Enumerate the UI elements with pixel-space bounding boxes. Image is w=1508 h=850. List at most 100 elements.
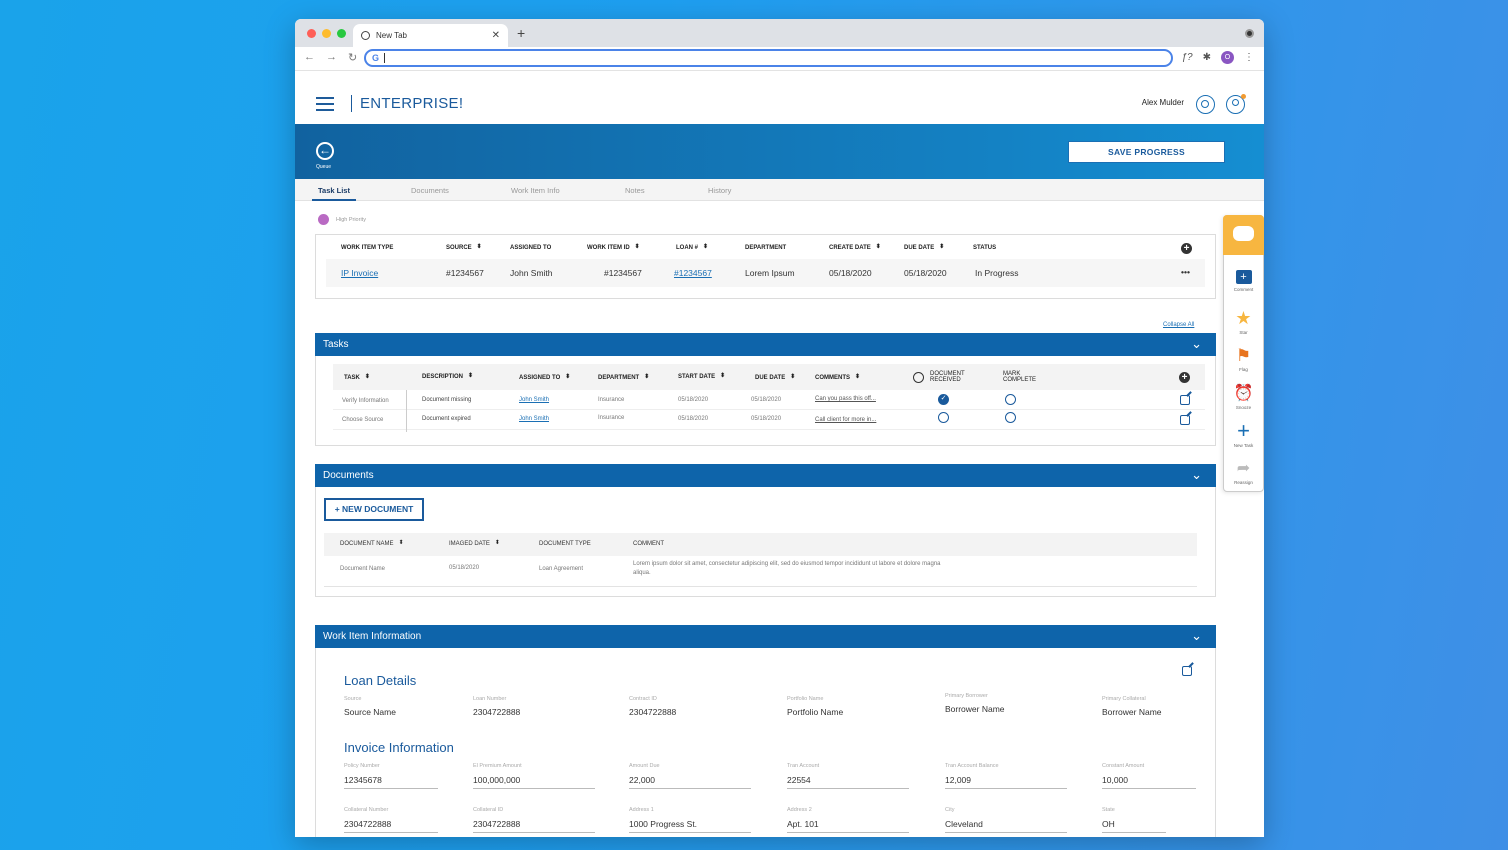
task-comment-link[interactable]: Can you pass this off... bbox=[815, 396, 876, 402]
rail-flag[interactable]: ⚑ Flag bbox=[1223, 347, 1264, 372]
document-received-checkbox[interactable] bbox=[938, 412, 949, 423]
col-work-item-id[interactable]: WORK ITEM ID ⬍ bbox=[587, 244, 640, 251]
city-input[interactable]: Cleveland bbox=[945, 819, 983, 829]
col-description[interactable]: DESCRIPTION ⬍ bbox=[422, 373, 473, 380]
field-value: 2304722888 bbox=[473, 707, 521, 717]
minimize-window-button[interactable] bbox=[322, 29, 331, 38]
hamburger-menu-icon[interactable] bbox=[316, 97, 334, 115]
omnibox-input[interactable]: G bbox=[364, 49, 1173, 67]
col-start-date[interactable]: START DATE ⬍ bbox=[678, 373, 725, 380]
table-row: Verify Information Document missing John… bbox=[333, 391, 1205, 410]
field-value: Source Name bbox=[344, 707, 396, 717]
col-document-name[interactable]: DOCUMENT NAME ⬍ bbox=[340, 540, 404, 547]
rail-comment[interactable]: + Comment bbox=[1223, 270, 1264, 292]
chevron-down-icon[interactable]: ⌄ bbox=[1191, 467, 1202, 483]
user-account-icon[interactable] bbox=[1226, 94, 1246, 114]
imaged-date: 05/18/2020 bbox=[449, 565, 480, 571]
rail-new-task[interactable]: + New Task bbox=[1223, 420, 1264, 449]
state-input[interactable]: OH bbox=[1102, 819, 1115, 829]
policy-number-input[interactable]: 12345678 bbox=[344, 775, 382, 785]
task-assigned-link[interactable]: John Smith bbox=[519, 416, 549, 422]
close-window-button[interactable] bbox=[307, 29, 316, 38]
collapse-all-link[interactable]: Collapse All bbox=[1163, 322, 1194, 328]
browser-tab[interactable]: New Tab ✕ bbox=[353, 24, 508, 47]
constant-amount-input[interactable]: 10,000 bbox=[1102, 775, 1128, 785]
chevron-down-icon[interactable]: ⌄ bbox=[1191, 336, 1202, 352]
task-comment-link[interactable]: Call client for more in... bbox=[815, 417, 876, 423]
new-tab-button[interactable]: + bbox=[517, 25, 525, 41]
back-icon[interactable]: ← bbox=[304, 51, 315, 64]
reload-icon[interactable]: ↻ bbox=[348, 51, 357, 64]
collateral-id-input[interactable]: 2304722888 bbox=[473, 819, 520, 829]
task-description: Document missing bbox=[422, 397, 472, 403]
close-tab-icon[interactable]: ✕ bbox=[492, 30, 500, 41]
col-assigned-to[interactable]: ASSIGNED TO ⬍ bbox=[519, 374, 570, 381]
tasks-section-header[interactable]: Tasks ⌄ bbox=[315, 333, 1216, 356]
address2-input[interactable]: Apt. 101 bbox=[787, 819, 819, 829]
edit-icon[interactable] bbox=[1180, 415, 1190, 425]
col-department[interactable]: DEPARTMENT ⬍ bbox=[598, 374, 649, 381]
work-item-info-section-header[interactable]: Work Item Information ⌄ bbox=[315, 625, 1216, 648]
input-underline bbox=[1102, 788, 1196, 789]
function-icon[interactable]: ƒ? bbox=[1181, 52, 1192, 63]
loan-number-link[interactable]: #1234567 bbox=[674, 268, 712, 278]
menu-dots-icon[interactable]: ⋮ bbox=[1244, 52, 1254, 63]
add-work-item-icon[interactable]: + bbox=[1181, 243, 1192, 254]
col-due-date[interactable]: DUE DATE ⬍ bbox=[904, 244, 944, 251]
forward-icon[interactable]: → bbox=[326, 51, 337, 64]
user-name: Alex Mulder bbox=[1141, 98, 1184, 107]
tab-task-list[interactable]: Task List bbox=[312, 186, 356, 201]
new-document-button[interactable]: + NEW DOCUMENT bbox=[324, 498, 424, 521]
tab-notes[interactable]: Notes bbox=[625, 186, 645, 195]
save-progress-button[interactable]: SAVE PROGRESS bbox=[1068, 141, 1225, 163]
search-icon[interactable] bbox=[1196, 95, 1215, 114]
document-received-checkbox[interactable]: ✓ bbox=[938, 394, 949, 405]
col-imaged-date[interactable]: IMAGED DATE ⬍ bbox=[449, 540, 500, 547]
tab-history[interactable]: History bbox=[708, 186, 731, 195]
col-comments[interactable]: COMMENTS ⬍ bbox=[815, 374, 860, 381]
tran-balance-input[interactable]: 12,009 bbox=[945, 775, 971, 785]
task-assigned-link[interactable]: John Smith bbox=[519, 397, 549, 403]
col-loan-number[interactable]: LOAN # ⬍ bbox=[676, 244, 708, 251]
tasks-title: Tasks bbox=[323, 339, 349, 350]
record-icon[interactable] bbox=[1245, 29, 1254, 38]
premium-amount-input[interactable]: 100,000,000 bbox=[473, 775, 520, 785]
maximize-window-button[interactable] bbox=[337, 29, 346, 38]
mark-complete-checkbox[interactable] bbox=[1005, 412, 1016, 423]
col-create-date[interactable]: CREATE DATE ⬍ bbox=[829, 244, 881, 251]
puzzle-icon[interactable]: ✱ bbox=[1203, 52, 1211, 63]
chrome-icon bbox=[361, 31, 370, 40]
address1-input[interactable]: 1000 Progress St. bbox=[629, 819, 697, 829]
col-source[interactable]: SOURCE ⬍ bbox=[446, 244, 482, 251]
text-caret bbox=[384, 53, 386, 63]
chevron-down-icon[interactable]: ⌄ bbox=[1191, 628, 1202, 644]
doc-received-all-icon[interactable] bbox=[913, 372, 924, 383]
col-mark-complete: MARK COMPLETE bbox=[1003, 371, 1037, 383]
col-task[interactable]: TASK ⬍ bbox=[344, 374, 370, 381]
rail-star[interactable]: ★ Star bbox=[1223, 309, 1264, 335]
edit-icon[interactable] bbox=[1180, 395, 1190, 405]
add-task-icon[interactable]: + bbox=[1179, 372, 1190, 383]
profile-icon[interactable]: O bbox=[1221, 51, 1234, 64]
chat-button[interactable] bbox=[1223, 215, 1264, 255]
back-to-queue-icon[interactable]: ← bbox=[316, 142, 334, 160]
input-underline bbox=[787, 832, 909, 833]
collateral-number-input[interactable]: 2304722888 bbox=[344, 819, 391, 829]
rail-reassign[interactable]: ➦ Reassign bbox=[1223, 460, 1264, 485]
col-due-date[interactable]: DUE DATE ⬍ bbox=[755, 374, 795, 381]
amount-due-input[interactable]: 22,000 bbox=[629, 775, 655, 785]
edit-icon[interactable] bbox=[1182, 666, 1192, 676]
tab-documents[interactable]: Documents bbox=[411, 186, 449, 195]
more-options-icon[interactable]: ••• bbox=[1181, 267, 1190, 277]
tab-work-item-info[interactable]: Work Item Info bbox=[511, 186, 560, 195]
sort-icon: ⬍ bbox=[634, 244, 640, 251]
documents-section-header[interactable]: Documents ⌄ bbox=[315, 464, 1216, 487]
field-label: Constant Amount bbox=[1102, 763, 1145, 769]
work-item-type-link[interactable]: IP Invoice bbox=[341, 268, 378, 278]
tran-account-input[interactable]: 22554 bbox=[787, 775, 811, 785]
source-value: #1234567 bbox=[446, 268, 484, 278]
field-label: City bbox=[945, 807, 955, 813]
mark-complete-checkbox[interactable] bbox=[1005, 394, 1016, 405]
rail-snooze[interactable]: ⏰ Snooze bbox=[1223, 385, 1264, 410]
field-label: Collateral Number bbox=[344, 807, 389, 813]
